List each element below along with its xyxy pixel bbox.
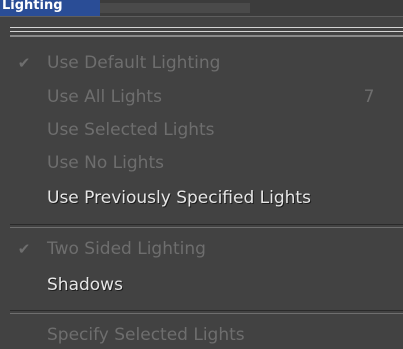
checkmark-icon: ✔: [17, 54, 31, 72]
menu-item-shadows[interactable]: Shadows: [0, 270, 403, 300]
menu-separator: [10, 224, 403, 228]
checkmark-icon: ✔: [17, 240, 31, 258]
menu-item-use-selected-lights[interactable]: Use Selected Lights: [0, 115, 403, 145]
menu-item-label: Use Selected Lights: [47, 120, 215, 140]
menu-item-label: Two Sided Lighting: [47, 239, 206, 259]
menu-item-use-all-lights[interactable]: Use All Lights 7: [0, 82, 403, 112]
tearoff-line[interactable]: [10, 35, 403, 37]
menu-item-two-sided-lighting[interactable]: ✔ Two Sided Lighting: [0, 234, 403, 264]
lighting-menu-window: Lighting ✔ Use Default Lighting Use All …: [0, 0, 403, 349]
menu-item-label: Use Default Lighting: [47, 53, 221, 73]
tearoff-line[interactable]: [10, 31, 403, 32]
menu-item-label: Use No Lights: [47, 153, 164, 173]
menu-item-use-default-lighting[interactable]: ✔ Use Default Lighting: [0, 48, 403, 78]
hotkey-label: 7: [363, 87, 375, 107]
menu-item-use-previously-specified-lights[interactable]: Use Previously Specified Lights: [0, 183, 403, 213]
menubar-next-item: [100, 3, 250, 13]
menu-item-label: Use All Lights: [47, 87, 162, 107]
menu-item-label: Specify Selected Lights: [47, 325, 245, 345]
menubar: Lighting: [0, 0, 403, 17]
tearoff-line[interactable]: [10, 27, 403, 28]
menu-item-specify-selected-lights[interactable]: Specify Selected Lights: [0, 320, 403, 349]
menu-item-label: Shadows: [47, 275, 123, 295]
menu-separator: [10, 310, 403, 314]
menu-item-label: Use Previously Specified Lights: [47, 188, 311, 208]
menu-item-use-no-lights[interactable]: Use No Lights: [0, 148, 403, 178]
menubar-title-lighting[interactable]: Lighting: [0, 0, 100, 16]
